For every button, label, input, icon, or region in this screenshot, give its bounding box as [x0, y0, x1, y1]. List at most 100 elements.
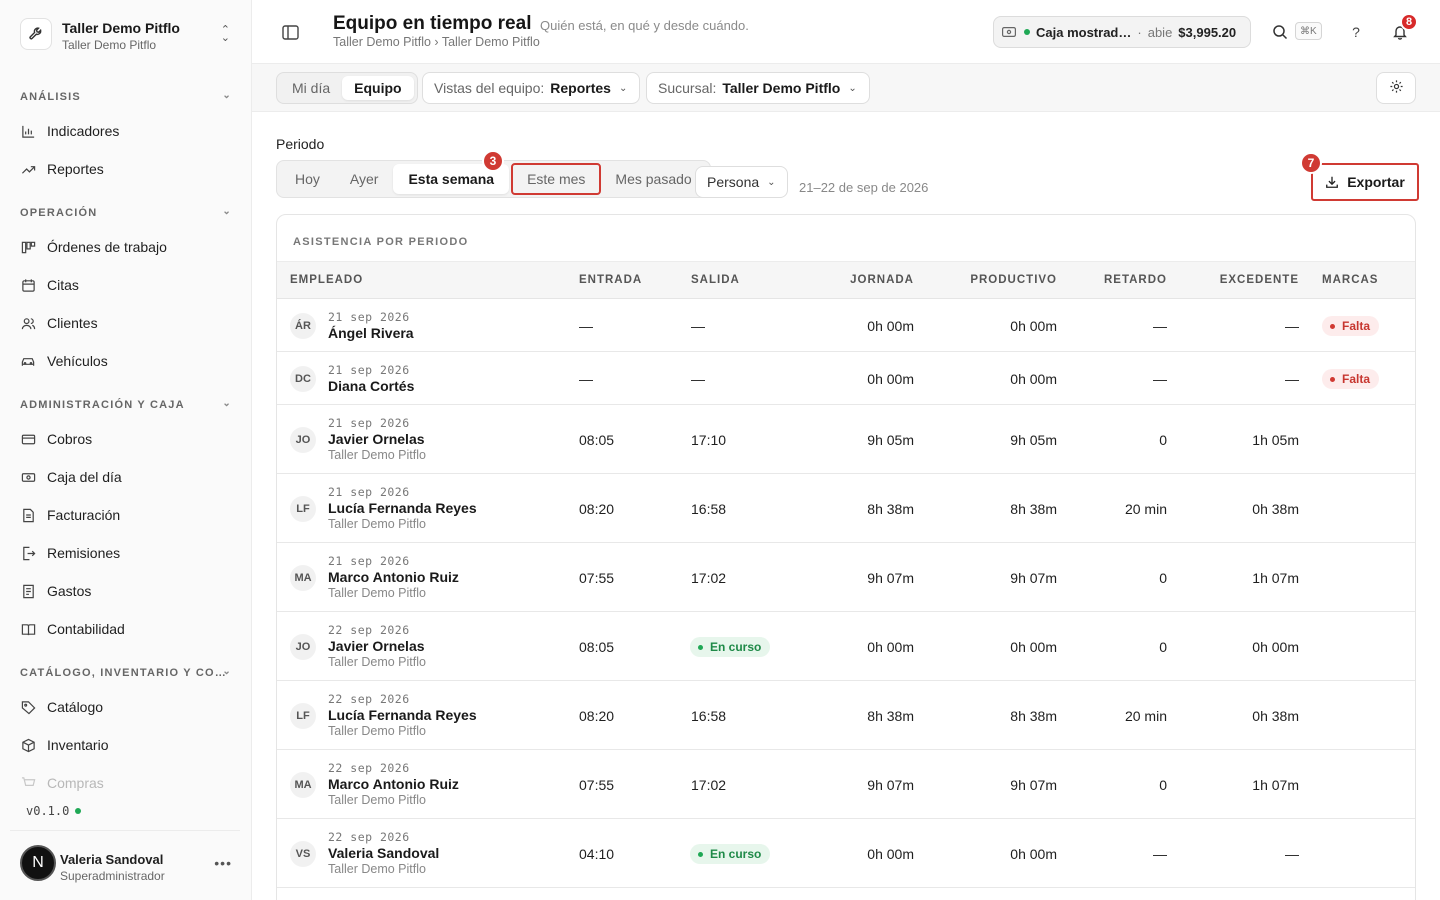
row-date: 21 sep 2026 — [328, 554, 410, 568]
sidebar-item-ordenes[interactable]: Órdenes de trabajo — [20, 232, 232, 262]
cash-register-status[interactable]: Caja mostrad… · abie $3,995.20 — [993, 16, 1251, 48]
sidebar-item-compras[interactable]: Compras — [20, 768, 232, 798]
row-date: 22 sep 2026 — [328, 692, 410, 706]
sidebar-item-reportes[interactable]: Reportes — [20, 154, 232, 184]
table-row[interactable]: ÁR 21 sep 2026 Ángel Rivera — — 0h 00m 0h 00m —… — [277, 299, 1415, 352]
sidebar-item-inventario[interactable]: Inventario — [20, 730, 232, 760]
cell-entrada: 07:55 — [579, 777, 615, 793]
table-row[interactable]: MA 21 sep 2026 Marco Antonio Ruiz Taller De… — [277, 543, 1415, 612]
col-productivo[interactable]: PRODUCTIVO — [970, 274, 1057, 286]
cell-retardo: — — [1153, 318, 1167, 334]
chevron-down-icon: ⌄ — [848, 82, 857, 94]
cell-productivo: 9h 07m — [1010, 777, 1057, 793]
employee-name: Ángel Rivera — [328, 325, 414, 341]
cash-icon — [20, 469, 36, 485]
cell-salida: 17:02 — [691, 570, 727, 586]
breadcrumb[interactable]: Taller Demo Pitflo › Taller Demo Pitflo — [333, 35, 540, 49]
date-range: 21–22 de sep de 2026 — [799, 180, 929, 195]
col-empleado[interactable]: EMPLEADO — [290, 274, 363, 286]
table-row[interactable]: LF 22 sep 2026 Lucía Fernanda Reyes Taller … — [277, 681, 1415, 750]
cell-productivo: 0h 00m — [1010, 318, 1057, 334]
tab-equipo[interactable]: Equipo — [342, 76, 414, 100]
table-row[interactable]: JO 22 sep 2026 Javier Ornelas Taller Demo P… — [277, 612, 1415, 681]
shortcut-hint: ⌘K — [1295, 22, 1322, 40]
col-salida[interactable]: SALIDA — [691, 274, 740, 286]
section-operacion[interactable]: OPERACIÓN ⌄ — [20, 206, 232, 219]
status-badge: Falta — [1322, 369, 1380, 389]
row-date: 21 sep 2026 — [328, 310, 410, 324]
cell-salida: 16:58 — [691, 708, 727, 724]
period-hoy[interactable]: Hoy — [280, 164, 335, 194]
employee-branch: Taller Demo Pitflo — [328, 517, 426, 531]
row-date: 21 sep 2026 — [328, 363, 410, 377]
cell-entrada: 08:20 — [579, 501, 615, 517]
cell-jornada: 0h 00m — [867, 846, 914, 862]
col-marcas[interactable]: MARCAS — [1322, 274, 1378, 286]
chevron-down-icon: ⌄ — [222, 90, 232, 101]
help-icon[interactable]: ? — [1346, 22, 1366, 42]
sidebar-item-clientes[interactable]: Clientes — [20, 308, 232, 338]
user-menu[interactable]: N Valeria Sandoval Superadministrador ••… — [10, 830, 240, 890]
cell-entrada: 08:05 — [579, 639, 615, 655]
car-icon — [20, 353, 36, 369]
sidebar-item-contabilidad[interactable]: Contabilidad — [20, 614, 232, 644]
cell-retardo: 0 — [1159, 639, 1167, 655]
row-date: 21 sep 2026 — [328, 416, 410, 430]
cell-salida: 17:02 — [691, 777, 727, 793]
cell-jornada: 9h 07m — [867, 777, 914, 793]
cell-jornada: 0h 00m — [867, 318, 914, 334]
employee-initials: VS — [290, 841, 316, 867]
settings-button[interactable] — [1376, 72, 1416, 104]
export-button[interactable]: Exportar — [1311, 163, 1419, 201]
row-date: 21 sep 2026 — [328, 485, 410, 499]
search-icon[interactable] — [1270, 22, 1290, 42]
group-by-dropdown[interactable]: Persona ⌄ — [695, 166, 788, 198]
employee-branch: Taller Demo Pitflo — [328, 724, 426, 738]
period-este-mes[interactable]: Este mes — [511, 163, 602, 195]
period-label: Periodo — [276, 136, 325, 152]
status-dot — [1024, 29, 1030, 35]
chevron-down-icon: ⌄ — [222, 206, 232, 217]
section-catalogo[interactable]: CATÁLOGO, INVENTARIO Y CO… ⌄ — [20, 666, 232, 679]
table-row[interactable]: MA 22 sep 2026 Marco Antonio Ruiz Taller De… — [277, 750, 1415, 819]
sidebar-item-remisiones[interactable]: Remisiones — [20, 538, 232, 568]
sidebar-item-indicadores[interactable]: Indicadores — [20, 116, 232, 146]
chevron-down-icon: ⌄ — [222, 666, 232, 677]
bar-chart-icon — [20, 123, 36, 139]
team-views-dropdown[interactable]: Vistas del equipo: Reportes ⌄ — [422, 72, 641, 104]
sidebar-item-vehiculos[interactable]: Vehículos — [20, 346, 232, 376]
more-icon[interactable]: ••• — [214, 855, 232, 871]
table-row[interactable]: DC 21 sep 2026 Diana Cortés — — 0h 00m 0h 00m —… — [277, 352, 1415, 405]
sidebar-item-cobros[interactable]: Cobros — [20, 424, 232, 454]
sidebar-item-caja[interactable]: Caja del día — [20, 462, 232, 492]
col-jornada[interactable]: JORNADA — [850, 274, 914, 286]
table-row[interactable]: VS 22 sep 2026 Valeria Sandoval Taller Demo… — [277, 819, 1415, 888]
page-title: Equipo en tiempo real — [333, 13, 532, 34]
col-excedente[interactable]: EXCEDENTE — [1220, 274, 1299, 286]
tab-mi-dia[interactable]: Mi día — [280, 76, 342, 100]
employee-name: Javier Ornelas — [328, 638, 425, 654]
workspace-switcher[interactable]: Taller Demo Pitflo Taller Demo Pitflo ⌃ ⌄ — [20, 16, 240, 56]
section-analisis[interactable]: ANÁLISIS ⌄ — [20, 90, 232, 103]
period-mes-pasado[interactable]: Mes pasado — [600, 164, 706, 194]
sidebar-toggle-icon[interactable] — [280, 22, 300, 42]
employee-initials: LF — [290, 496, 316, 522]
period-ayer[interactable]: Ayer — [335, 164, 394, 194]
cell-productivo: 9h 05m — [1010, 432, 1057, 448]
table-row[interactable]: LF 21 sep 2026 Lucía Fernanda Reyes Taller … — [277, 474, 1415, 543]
annotation-badge: 3 — [482, 150, 504, 172]
sidebar-item-facturacion[interactable]: Facturación — [20, 500, 232, 530]
section-administracion[interactable]: ADMINISTRACIÓN Y CAJA ⌄ — [20, 398, 232, 411]
receipt-icon — [20, 583, 36, 599]
sidebar-item-catalogo[interactable]: Catálogo — [20, 692, 232, 722]
sidebar-item-gastos[interactable]: Gastos — [20, 576, 232, 606]
export-doc-icon — [20, 545, 36, 561]
table-row[interactable]: JO 21 sep 2026 Javier Ornelas Taller Demo P… — [277, 405, 1415, 474]
sidebar-item-citas[interactable]: Citas — [20, 270, 232, 300]
col-retardo[interactable]: RETARDO — [1104, 274, 1167, 286]
col-entrada[interactable]: ENTRADA — [579, 274, 642, 286]
cell-productivo: 0h 00m — [1010, 639, 1057, 655]
table-header: EMPLEADO ENTRADA SALIDA JORNADA PRODUCTI… — [277, 261, 1415, 299]
employee-name: Diana Cortés — [328, 378, 415, 394]
branch-dropdown[interactable]: Sucursal: Taller Demo Pitflo ⌄ — [646, 72, 870, 104]
